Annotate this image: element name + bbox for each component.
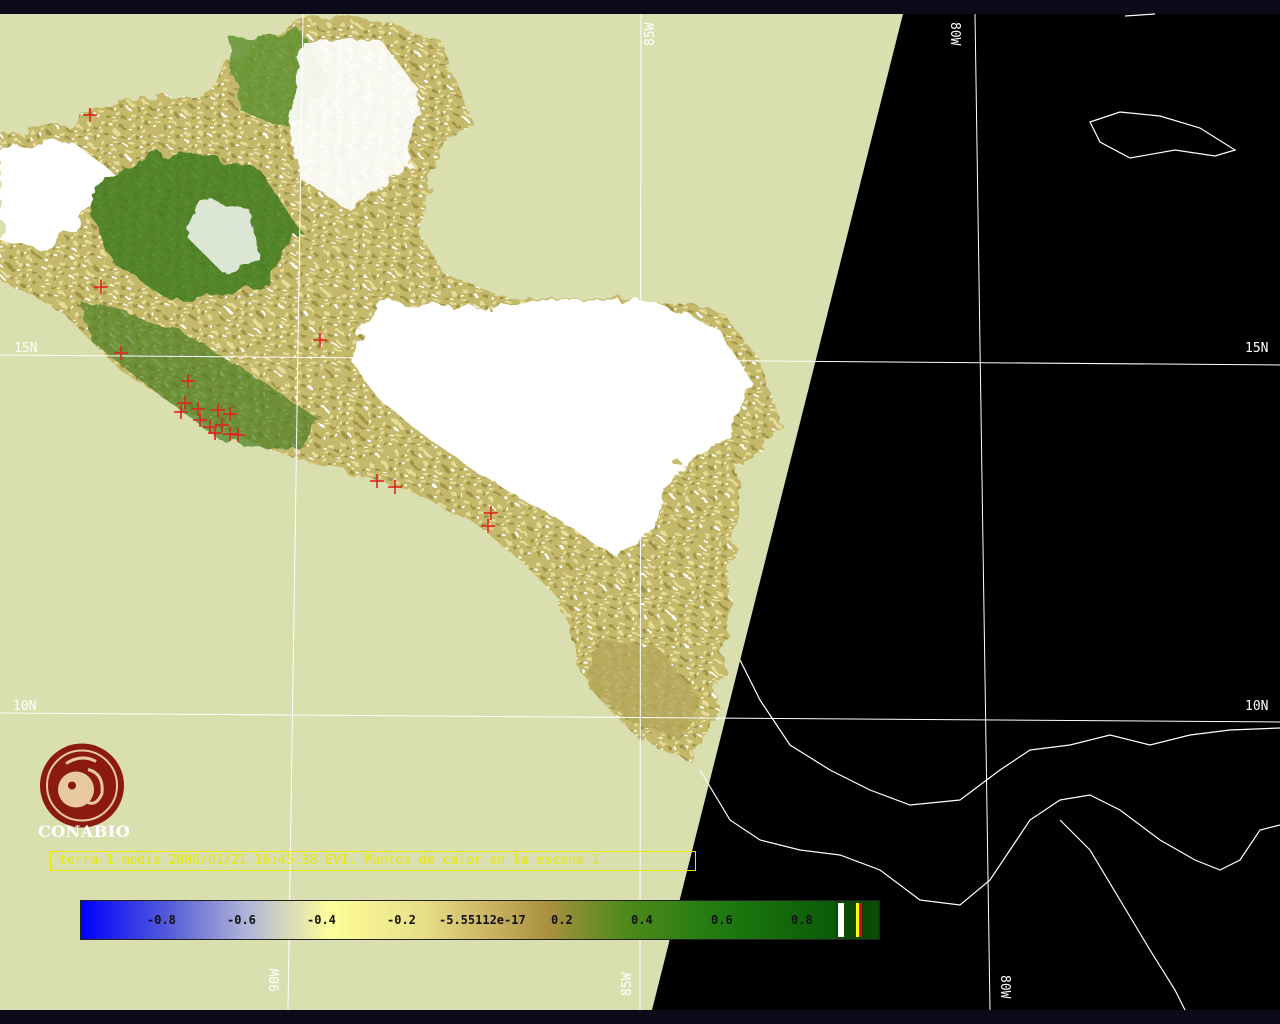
colorbar-extra-swatches (836, 901, 879, 939)
bottom-strip (0, 1010, 1280, 1024)
colorbar-tick: -0.4 (307, 913, 336, 927)
label-15n-left: 15N (14, 341, 38, 356)
label-15n-right: 15N (1245, 341, 1269, 356)
colorbar-tick: 0.8 (791, 913, 813, 927)
colorbar-tick: -0.6 (227, 913, 256, 927)
label-80w-top: 80W (947, 22, 962, 46)
colorbar-tick: 0.2 (551, 913, 573, 927)
scene-caption: terra-1 modis 2006/01/21 16:45:38 EVI. P… (50, 851, 696, 871)
label-10n-left: 10N (13, 699, 37, 714)
evi-colorbar: -0.8 -0.6 -0.4 -0.2 -5.55112e-17 0.2 0.4 0.6 0.8 (80, 900, 880, 940)
label-80w-bottom: 80W (997, 975, 1012, 999)
colorbar-tick: -0.2 (387, 913, 416, 927)
label-85w-top: 85W (643, 22, 658, 46)
label-85w-bottom: 85W (620, 972, 635, 996)
colorbar-tick: 0.4 (631, 913, 653, 927)
colorbar-tick: -5.55112e-17 (439, 913, 526, 927)
top-strip (0, 0, 1280, 14)
label-90w-bottom: 90W (268, 968, 283, 992)
logo-name: CONABIO (38, 822, 131, 841)
colorbar-tick: -0.8 (147, 913, 176, 927)
colorbar-tick: 0.6 (711, 913, 733, 927)
label-10n-right: 10N (1245, 699, 1269, 714)
